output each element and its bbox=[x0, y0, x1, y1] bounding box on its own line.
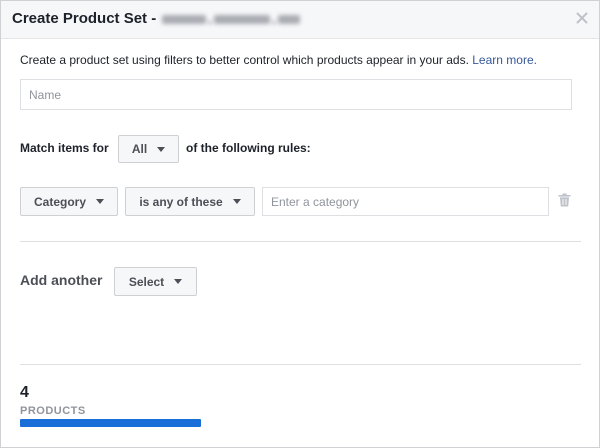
products-bar bbox=[20, 419, 201, 427]
dialog-title: Create Product Set - bbox=[12, 10, 157, 27]
create-product-set-dialog: Create Product Set - Create a product se… bbox=[0, 0, 600, 448]
products-label: PRODUCTS bbox=[20, 405, 86, 417]
learn-more-link[interactable]: Learn more. bbox=[472, 53, 537, 67]
dialog-header: Create Product Set - bbox=[1, 1, 599, 39]
divider bbox=[20, 364, 581, 365]
rule-value-input[interactable] bbox=[262, 187, 549, 216]
rule-field-label: Category bbox=[33, 194, 86, 209]
intro-description: Create a product set using filters to be… bbox=[20, 53, 473, 67]
match-prefix-label: Match items for bbox=[20, 141, 109, 155]
close-icon[interactable] bbox=[576, 12, 588, 24]
add-another-label: Add another bbox=[20, 272, 103, 288]
rule-operator-label: is any of these bbox=[139, 194, 223, 209]
add-rule-select-dropdown[interactable]: Select bbox=[114, 267, 197, 296]
caret-down-icon bbox=[174, 279, 183, 284]
rule-operator-dropdown[interactable]: is any of these bbox=[125, 187, 255, 216]
caret-down-icon bbox=[96, 199, 104, 204]
name-input[interactable] bbox=[20, 79, 572, 110]
match-suffix-label: of the following rules: bbox=[186, 141, 311, 155]
redacted-catalog-name bbox=[162, 12, 302, 27]
trash-icon[interactable] bbox=[558, 193, 571, 207]
caret-down-icon bbox=[157, 146, 166, 152]
select-label: Select bbox=[128, 274, 165, 289]
match-mode-label: All bbox=[131, 142, 148, 156]
divider bbox=[20, 241, 581, 242]
caret-down-icon bbox=[232, 199, 241, 204]
rule-field-dropdown[interactable]: Category bbox=[20, 187, 118, 216]
intro-text: Create a product set using filters to be… bbox=[20, 52, 537, 68]
product-count: 4 bbox=[20, 384, 29, 401]
match-mode-dropdown[interactable]: All bbox=[118, 135, 179, 163]
